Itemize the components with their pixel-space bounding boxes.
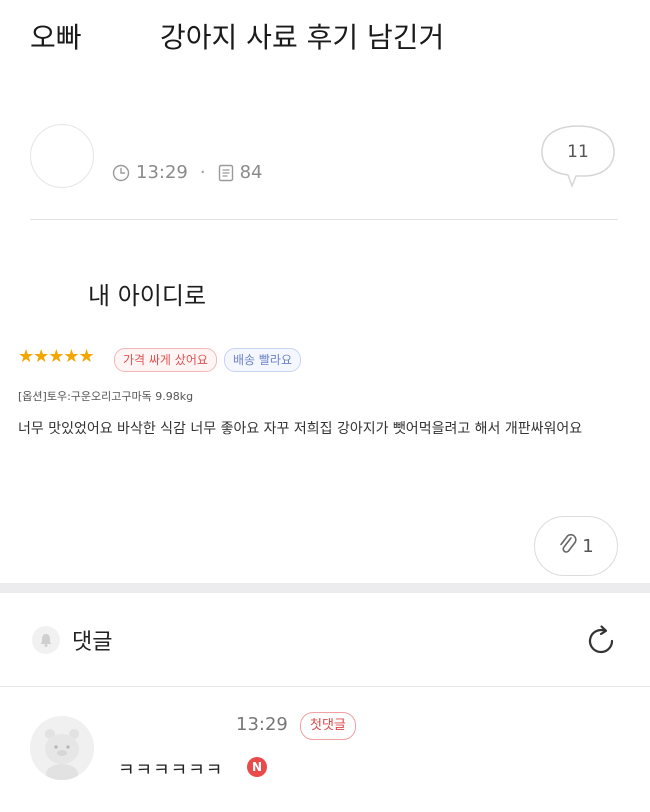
view-count: 84 [239,162,263,183]
post-time: 13:29 [136,162,188,183]
comment-count: 11 [567,142,589,162]
refresh-icon[interactable] [582,622,620,660]
comments-label: 댓글 [72,630,113,655]
review-text: 너무 맛있었어요 바삭한 식감 너무 좋아요 자꾸 저희집 강아지가 뺏어먹을려… [18,421,583,437]
review-tag-shipping: 배송 빨라요 [224,348,302,372]
bell-icon[interactable] [32,626,60,654]
attachment-count: 1 [582,535,594,557]
comment-text: ㅋㅋㅋㅋㅋㅋ [118,760,224,781]
comment-time: 13:29 [236,714,288,735]
clock-icon [112,164,130,182]
title-prefix: 오빠 [30,21,82,54]
section-divider [0,583,650,593]
commenter-avatar[interactable] [30,716,94,780]
meta-separator: · [199,162,206,183]
divider [0,686,650,687]
document-icon [218,164,234,182]
divider [30,219,618,220]
post-body-text: 내 아이디로 [88,282,207,310]
post-meta: 13:29 · 84 [112,162,263,183]
review-option: [옵션]토우:구운오리고구마독 9.98kg [18,390,194,403]
new-badge: N [247,757,267,777]
attachment-button[interactable]: 1 [534,516,618,576]
review-tag-price: 가격 싸게 샀어요 [114,348,217,372]
author-avatar[interactable] [30,124,94,188]
first-comment-badge: 첫댓글 [300,712,356,740]
post-title: 강아지 사료 후기 남긴거 [160,21,445,54]
paperclip-icon [558,533,578,559]
rating-stars: ★★★★★ [18,346,95,367]
